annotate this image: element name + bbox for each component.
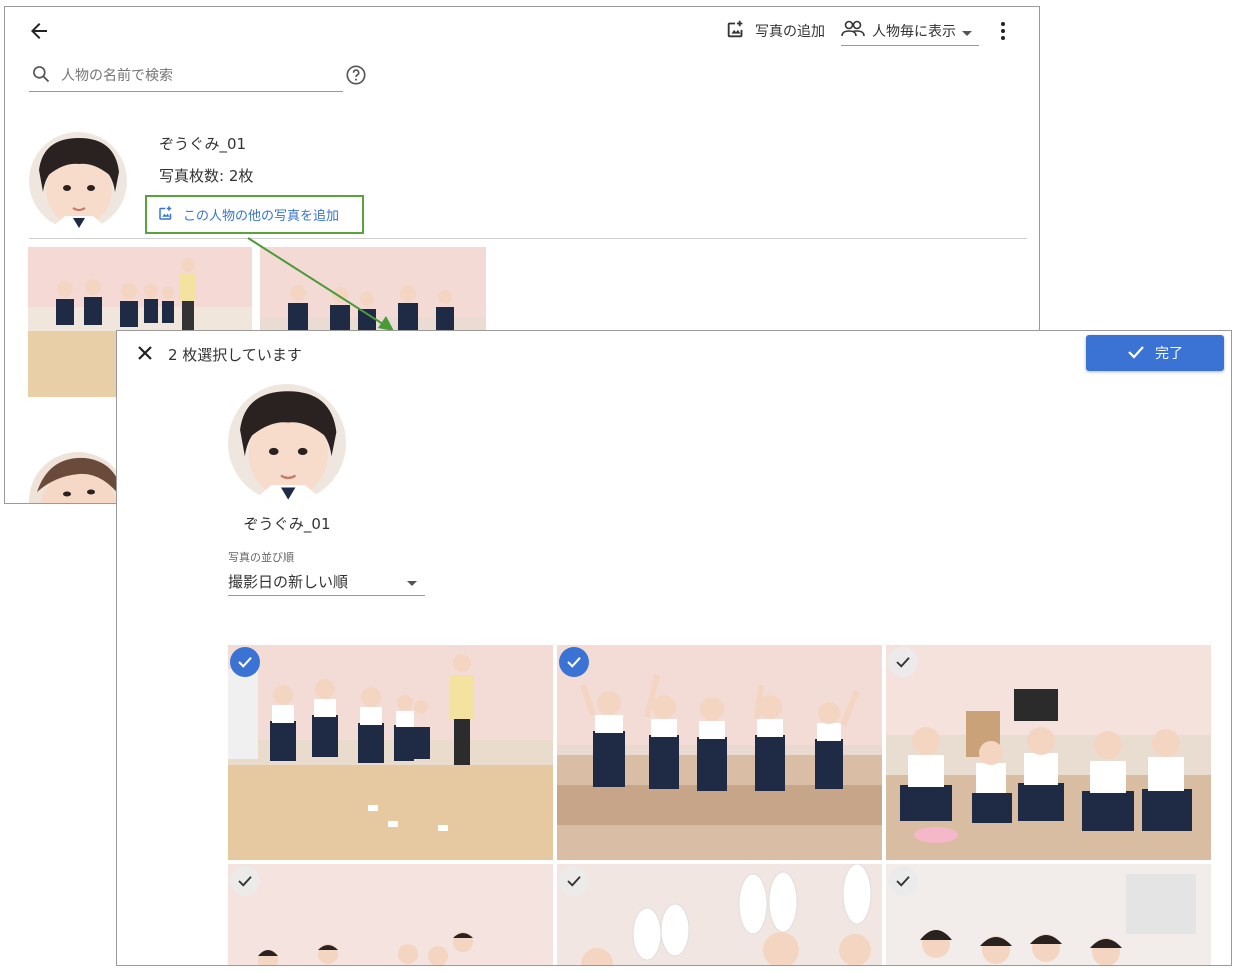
done-button[interactable]: 完了 xyxy=(1086,335,1224,371)
close-icon[interactable] xyxy=(133,341,157,365)
photo-tile[interactable] xyxy=(886,864,1211,965)
check-icon xyxy=(567,657,581,668)
divider xyxy=(29,238,1027,239)
add-photo-icon xyxy=(725,18,747,44)
check-icon xyxy=(896,876,910,887)
search-icon xyxy=(31,64,51,88)
view-mode-label: 人物毎に表示 xyxy=(872,24,956,40)
person-avatar[interactable] xyxy=(29,452,127,503)
check-icon xyxy=(238,876,252,887)
person-avatar xyxy=(228,384,346,502)
selection-check[interactable] xyxy=(230,866,260,896)
selection-check[interactable] xyxy=(559,647,589,677)
selection-check[interactable] xyxy=(888,866,918,896)
selection-check[interactable] xyxy=(230,647,260,677)
add-photo-button[interactable]: 写真の追加 xyxy=(725,19,825,43)
selection-check[interactable] xyxy=(559,866,589,896)
check-icon xyxy=(238,657,252,668)
more-vert-icon[interactable] xyxy=(995,19,1011,43)
caret-down-icon xyxy=(407,572,417,591)
selection-check[interactable] xyxy=(888,647,918,677)
person-avatar[interactable] xyxy=(29,132,127,230)
add-more-photos-label: この人物の他の写真を追加 xyxy=(183,209,340,224)
caret-down-icon xyxy=(962,22,972,41)
photo-count: 写真枚数: 2枚 xyxy=(159,167,254,185)
view-mode-select[interactable]: 人物毎に表示 xyxy=(841,17,979,46)
person-search-field[interactable] xyxy=(29,61,343,92)
check-icon xyxy=(896,657,910,668)
photo-tile[interactable] xyxy=(557,864,882,965)
people-icon xyxy=(841,20,865,42)
person-search-input[interactable] xyxy=(59,67,333,85)
check-icon xyxy=(567,876,581,887)
sort-select[interactable]: 撮影日の新しい順 xyxy=(228,567,425,596)
person-name: ぞうぐみ_01 xyxy=(243,515,331,533)
photo-select-dialog: 2 枚選択しています 完了 ぞうぐみ_01 写真の並び順 撮影日の新しい順 xyxy=(116,330,1232,966)
guide-arrow-icon xyxy=(247,237,394,331)
add-photo-icon xyxy=(157,204,175,226)
photo-tile[interactable] xyxy=(557,645,882,860)
check-icon xyxy=(1127,344,1145,363)
selected-count: 2 枚選択しています xyxy=(168,346,302,364)
help-icon[interactable] xyxy=(345,64,367,86)
done-label: 完了 xyxy=(1155,346,1183,362)
sort-label: 写真の並び順 xyxy=(228,551,294,564)
photo-tile[interactable] xyxy=(228,645,553,860)
sort-value: 撮影日の新しい順 xyxy=(228,572,349,591)
person-name: ぞうぐみ_01 xyxy=(159,135,247,153)
add-more-photos-button[interactable]: この人物の他の写真を追加 xyxy=(145,195,364,234)
photo-tile[interactable] xyxy=(886,645,1211,860)
back-arrow-icon[interactable] xyxy=(27,19,51,43)
photo-tile[interactable] xyxy=(228,864,553,965)
add-photo-label: 写真の追加 xyxy=(755,24,825,40)
